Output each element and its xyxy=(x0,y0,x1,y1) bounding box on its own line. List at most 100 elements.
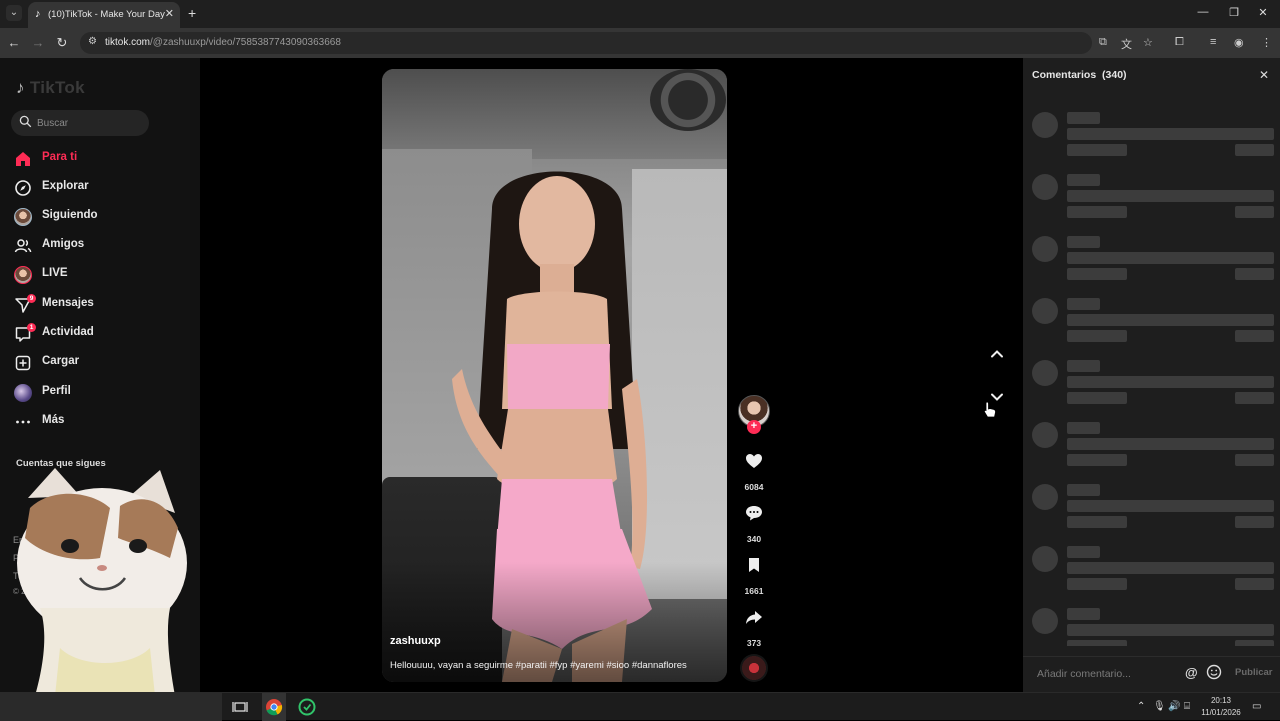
minimize-icon[interactable]: — xyxy=(1196,6,1210,18)
nav-item-siguiendo[interactable]: Siguiendo xyxy=(14,206,184,228)
skeleton-name xyxy=(1067,546,1100,558)
network-icon[interactable]: ⌸ xyxy=(1184,701,1190,712)
video-player[interactable]: zashuuxp Hellouuuu, vayan a seguirme #pa… xyxy=(382,69,727,682)
task-view-icon[interactable] xyxy=(230,697,250,717)
chevron-up-icon[interactable] xyxy=(986,343,1008,365)
nav-item-perfil[interactable]: Perfil xyxy=(14,382,184,404)
search-input[interactable] xyxy=(37,115,142,131)
video-author-name[interactable]: zashuuxp xyxy=(390,635,441,647)
taskbar-search-box[interactable] xyxy=(0,693,222,721)
menu-icon[interactable]: ⋮ xyxy=(1261,36,1272,49)
back-icon[interactable]: ← xyxy=(5,34,23,52)
skeleton-text xyxy=(1067,128,1274,140)
skeleton-avatar xyxy=(1032,546,1058,572)
nav-item-cargar[interactable]: Cargar xyxy=(14,352,184,374)
activity-badge: 1 xyxy=(27,323,36,332)
mention-at-icon[interactable]: @ xyxy=(1185,665,1198,680)
media-icon[interactable]: ≡ xyxy=(1210,36,1216,48)
address-bar[interactable]: ⚙ tiktok.com/@zashuuxp/video/75853877430… xyxy=(80,32,1153,54)
tab-search-icon[interactable]: ⌄ xyxy=(6,5,22,21)
heart-icon[interactable] xyxy=(744,451,764,471)
skeleton-text xyxy=(1067,562,1274,574)
app-green-icon[interactable] xyxy=(297,697,317,717)
skeleton-meta xyxy=(1067,330,1127,342)
install-icon[interactable]: ⧉ xyxy=(1099,36,1107,49)
skeleton-avatar xyxy=(1032,422,1058,448)
comment-input-bar: @ Publicar xyxy=(1023,656,1280,692)
nav-item-explorar[interactable]: Explorar xyxy=(14,177,184,199)
nav-item-label: Amigos xyxy=(42,238,85,250)
comments-panel: Comentarios (340) ✕ @ Publicar xyxy=(1023,58,1280,692)
nav-item-para-ti[interactable]: Para ti xyxy=(14,148,184,170)
skeleton-like xyxy=(1235,392,1274,404)
window-close-icon[interactable]: ✕ xyxy=(1256,6,1270,19)
search-box[interactable] xyxy=(11,110,149,136)
translate-icon[interactable]: 文 xyxy=(1121,36,1132,52)
skeleton-avatar xyxy=(1032,174,1058,200)
clock-time[interactable]: 20:13 xyxy=(1208,696,1234,705)
nav-item-label: Más xyxy=(42,414,65,426)
nav-item-mensajes[interactable]: 9 Mensajes xyxy=(14,294,184,316)
reload-icon[interactable]: ↻ xyxy=(53,34,71,52)
more-icon xyxy=(16,420,30,424)
comment-input[interactable] xyxy=(1037,666,1177,682)
skeleton-meta xyxy=(1067,144,1127,156)
comment-icon[interactable] xyxy=(744,503,764,523)
profile-icon[interactable]: ◉ xyxy=(1234,36,1244,49)
video-caption: Hellouuuu, vayan a seguirme #paratii #fy… xyxy=(390,660,687,671)
forward-icon[interactable]: → xyxy=(29,34,47,52)
follow-plus-icon[interactable]: + xyxy=(747,420,761,434)
comment-skeleton xyxy=(1032,608,1276,646)
browser-tab-bar: ⌄ ♪ (10)TikTok - Make Your Day ✕ + — ❐ ✕ xyxy=(0,0,1280,28)
skeleton-like xyxy=(1235,578,1274,590)
nav-item-label: Cargar xyxy=(42,355,80,367)
skeleton-like xyxy=(1235,206,1274,218)
skeleton-avatar xyxy=(1032,112,1058,138)
nav-item-amigos[interactable]: Amigos xyxy=(14,235,184,257)
tray-chevron-up-icon[interactable]: ⌃ xyxy=(1137,701,1145,712)
nav-item-label: Siguiendo xyxy=(42,209,98,221)
emoji-icon[interactable] xyxy=(1206,664,1222,680)
site-info-icon[interactable]: ⚙ xyxy=(88,36,97,47)
nav-item-label: Mensajes xyxy=(42,297,94,309)
new-tab-icon[interactable]: + xyxy=(188,6,196,20)
nav-item-label: Actividad xyxy=(42,326,94,338)
restore-icon[interactable]: ❐ xyxy=(1227,6,1241,19)
browser-tab[interactable]: ♪ (10)TikTok - Make Your Day ✕ xyxy=(28,2,180,28)
url-text[interactable]: tiktok.com/@zashuuxp/video/7585387743090… xyxy=(105,37,341,48)
skeleton-name xyxy=(1067,608,1100,620)
profile-avatar-icon xyxy=(14,384,32,402)
notifications-icon[interactable]: ▭ xyxy=(1252,701,1261,712)
friends-icon xyxy=(14,239,32,253)
tiktok-logo[interactable]: ♪ TikTok xyxy=(16,78,85,98)
skeleton-like xyxy=(1235,640,1274,646)
extensions-icon[interactable]: ⧠ xyxy=(1175,36,1184,49)
bookmark-star-icon[interactable]: ☆ xyxy=(1143,36,1153,49)
skeleton-name xyxy=(1067,298,1100,310)
music-disc-icon[interactable] xyxy=(740,654,768,682)
nav-item-actividad[interactable]: 1 Actividad xyxy=(14,323,184,345)
nav-item-label: Para ti xyxy=(42,151,78,163)
skeleton-name xyxy=(1067,422,1100,434)
chrome-icon[interactable] xyxy=(264,697,284,717)
close-icon[interactable]: ✕ xyxy=(1259,68,1269,82)
browser-toolbar: ← → ↻ ⚙ tiktok.com/@zashuuxp/video/75853… xyxy=(0,28,1280,58)
skeleton-like xyxy=(1235,330,1274,342)
skeleton-meta xyxy=(1067,268,1127,280)
search-icon xyxy=(19,115,32,128)
nav-item-mas[interactable]: Más xyxy=(14,411,184,433)
clock-date[interactable]: 11/01/2026 xyxy=(1198,708,1244,717)
speaker-icon[interactable]: 🔊 xyxy=(1168,701,1180,712)
skeleton-like xyxy=(1235,268,1274,280)
bookmark-icon[interactable] xyxy=(744,555,764,575)
tab-close-icon[interactable]: ✕ xyxy=(165,7,174,20)
avatar-icon xyxy=(14,208,32,226)
nav-item-live[interactable]: LIVE xyxy=(14,264,184,286)
share-icon[interactable] xyxy=(744,607,764,627)
publish-button[interactable]: Publicar xyxy=(1235,667,1273,678)
hand-cursor-icon xyxy=(983,401,996,418)
share-count: 373 xyxy=(746,638,762,648)
comment-count: 340 xyxy=(746,534,762,544)
tiktok-favicon-icon: ♪ xyxy=(35,8,41,20)
microphone-icon[interactable]: 🎙 xyxy=(1153,701,1166,712)
